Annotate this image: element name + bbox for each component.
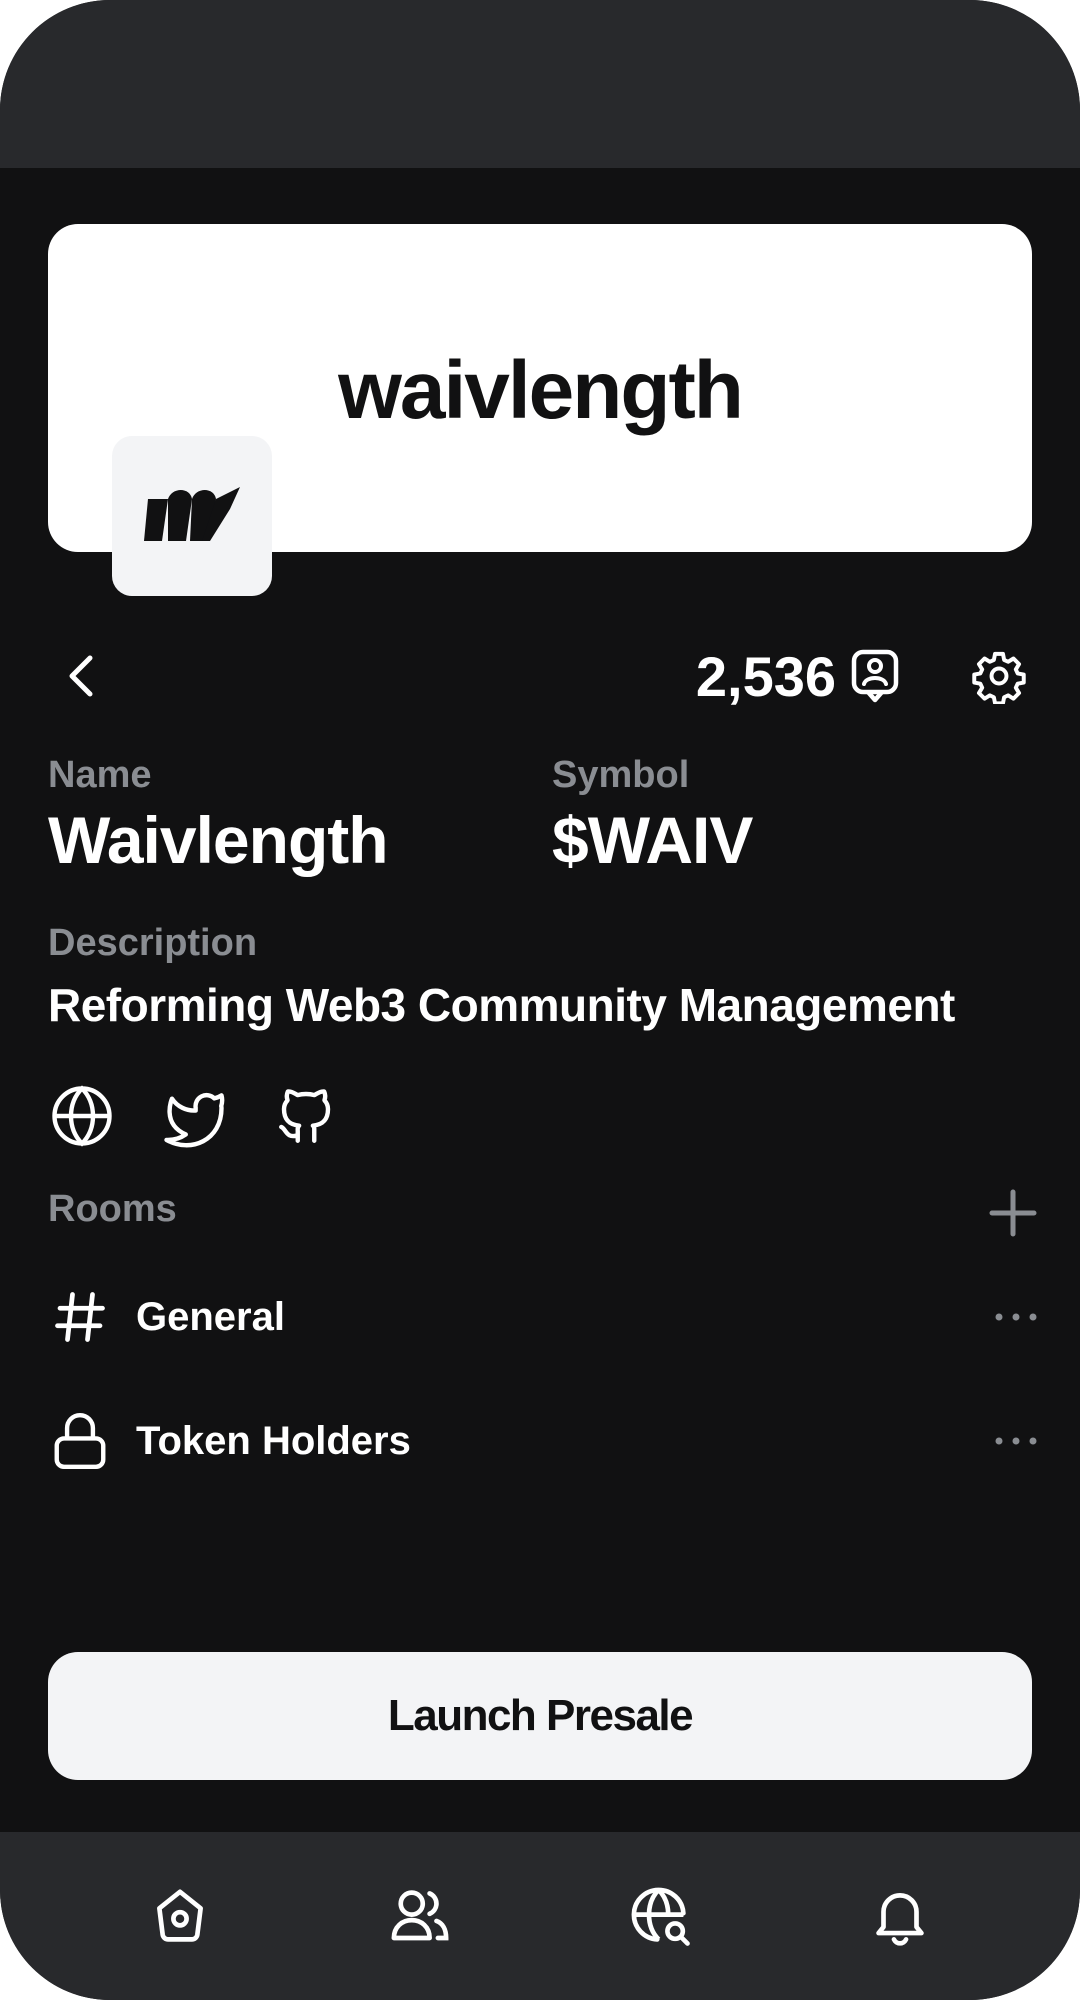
bell-icon [876, 1893, 924, 1946]
name-value: Waivlength [48, 803, 389, 877]
status-bar [0, 0, 1080, 168]
description-value: Reforming Web3 Community Management [48, 979, 955, 1031]
github-link[interactable] [272, 1082, 340, 1150]
home-icon [157, 1889, 203, 1942]
globe-search-icon [631, 1887, 690, 1946]
chevron-left-icon [69, 655, 93, 697]
github-icon [279, 1089, 331, 1143]
twitter-icon [164, 1092, 225, 1148]
member-count[interactable]: 2,536 [660, 640, 900, 712]
symbol-label: Symbol [552, 754, 690, 796]
phone-screen: waivlength 2,536 Name Waivlength Symbol [0, 0, 1080, 2000]
back-button[interactable] [52, 640, 108, 712]
settings-button[interactable] [964, 644, 1034, 708]
room-options-button[interactable] [988, 1421, 1038, 1461]
room-item-token-holders[interactable]: Token Holders [48, 1396, 1038, 1486]
banner-title: waivlength [338, 345, 744, 436]
waivlength-logo-icon [144, 487, 240, 541]
symbol-value: $WAIV [552, 803, 753, 877]
globe-icon [52, 1085, 112, 1147]
bottom-navigation [0, 1832, 1080, 2000]
add-room-button[interactable] [986, 1186, 1040, 1240]
description-label: Description [48, 922, 258, 964]
member-count-value: 2,536 [695, 644, 836, 708]
rooms-label: Rooms [48, 1188, 177, 1230]
website-link[interactable] [48, 1082, 116, 1150]
room-item-general[interactable]: General [48, 1272, 1038, 1362]
twitter-link[interactable] [160, 1082, 228, 1150]
room-name: Token Holders [136, 1418, 411, 1463]
name-label: Name [48, 754, 152, 796]
room-options-button[interactable] [988, 1297, 1038, 1337]
nav-communities[interactable] [375, 1871, 465, 1961]
hash-icon [48, 1285, 112, 1349]
nav-home[interactable] [135, 1871, 225, 1961]
gear-icon [972, 651, 1026, 704]
member-badge-icon [851, 649, 899, 703]
more-horizontal-icon [995, 1437, 1037, 1445]
more-horizontal-icon [995, 1313, 1037, 1321]
plus-icon [989, 1189, 1037, 1237]
social-links [48, 1080, 340, 1152]
users-icon [391, 1890, 449, 1941]
nav-notifications[interactable] [855, 1871, 945, 1961]
room-name: General [136, 1294, 285, 1339]
community-logo [112, 436, 272, 596]
lock-icon [48, 1409, 112, 1473]
launch-presale-button[interactable]: Launch Presale [48, 1652, 1032, 1780]
nav-explore[interactable] [615, 1871, 705, 1961]
